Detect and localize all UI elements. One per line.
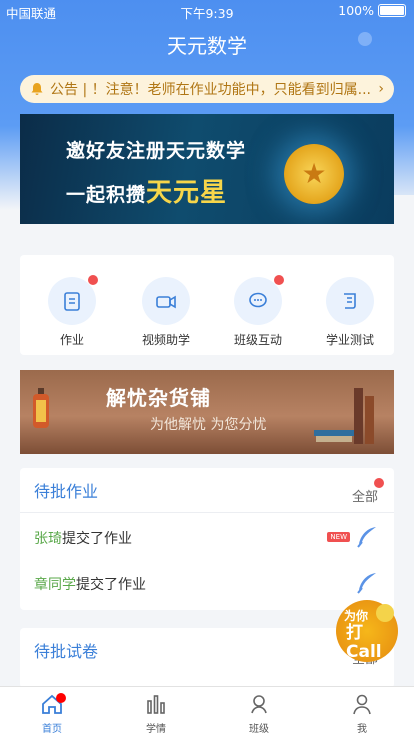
books-icon [314,388,374,444]
header-dot[interactable] [358,32,372,46]
feature-label: 作业 [59,333,84,347]
tab-class[interactable]: 班级 [229,693,289,735]
tab-label: 首页 [42,724,62,735]
call-emoji-icon [376,604,394,622]
tab-me[interactable]: 我 [332,693,392,735]
card-title: 待批试卷 [34,642,99,661]
video-camera-icon [142,277,190,325]
bar-chart-icon [147,695,165,714]
call-button[interactable]: 为你 打Call [336,600,398,662]
all-label: 全部 [351,490,378,505]
row-text: 张琦提交了作业 [34,528,132,548]
invite-banner[interactable]: 邀好友注册天元数学 一起积攒天元星 ★ [20,114,394,224]
call-line2: 打Call [346,623,382,662]
tab-label: 学情 [146,724,166,735]
bell-icon [31,83,43,95]
clipboard-icon [48,275,98,325]
card-title: 待批作业 [34,482,99,501]
star-coin-icon: ★ [284,144,344,204]
notice-text: 公告 | ！注意！老师在作业功能中，只能看到归属... [50,82,371,98]
feather-icon [357,527,376,548]
banner-line2-prefix: 一起积攒 [66,184,147,206]
chat-bubble-icon [234,275,284,325]
banner-line1: 邀好友注册天元数学 [66,140,247,162]
tab-stats[interactable]: 学情 [126,693,186,735]
student-name: 张琦 [34,531,62,547]
banner2-title: 解忧杂货铺 [106,386,211,410]
all-link[interactable]: 全部 [351,478,384,505]
pending-homework-card: 待批作业 全部 张琦提交了作业 NEW 章同学提交了作业 [20,468,394,610]
tab-bar: 首页 学情 班级 我 [0,686,414,737]
tab-label: 班级 [249,724,269,735]
notification-dot [374,478,384,488]
chevron-right-icon: › [378,81,384,97]
feature-label: 视频助学 [141,333,190,347]
scroll-icon [326,277,374,325]
tab-label: 我 [357,724,367,735]
lantern-icon [33,388,49,428]
battery-area: 100% [338,3,406,18]
tab-home[interactable]: 首页 [22,693,82,735]
row-text: 章同学提交了作业 [34,574,146,594]
feature-label: 班级互动 [233,333,282,347]
class-icon [251,695,267,714]
notice-bar[interactable]: 公告 | ！注意！老师在作业功能中，只能看到归属... › [20,75,394,103]
banner-line2-highlight: 天元星 [146,178,228,208]
feature-test[interactable]: 学业测试 [310,277,390,348]
notification-dot [88,275,98,285]
battery-icon [378,4,406,17]
page-title: 天元数学 [167,34,247,58]
banner-line2: 一起积攒天元星 [66,172,227,209]
feature-homework[interactable]: 作业 [32,275,112,348]
notification-dot [274,275,284,285]
notification-dot [56,693,66,703]
grocery-banner[interactable]: 解忧杂货铺 为他解忧 为您分忧 [20,370,394,454]
person-icon [353,694,371,715]
row-action: 提交了作业 [76,577,146,593]
feature-video[interactable]: 视频助学 [126,277,206,348]
call-line1: 为你 [344,609,369,623]
table-row[interactable]: 张琦提交了作业 NEW [20,514,394,560]
banner2-subtitle: 为他解忧 为您分忧 [150,417,267,433]
table-row[interactable]: 章同学提交了作业 [20,560,394,606]
feature-grid: 作业 视频助学 班级互动 学业测试 [20,255,394,355]
feature-class-chat[interactable]: 班级互动 [218,275,298,348]
row-action: 提交了作业 [62,531,132,547]
student-name: 章同学 [34,577,76,593]
feature-label: 学业测试 [325,333,374,347]
battery-percent: 100% [338,3,374,18]
new-badge: NEW [327,532,350,542]
status-bar: 中国联通 下午9:39 100% [0,0,414,22]
feather-icon [357,573,376,594]
